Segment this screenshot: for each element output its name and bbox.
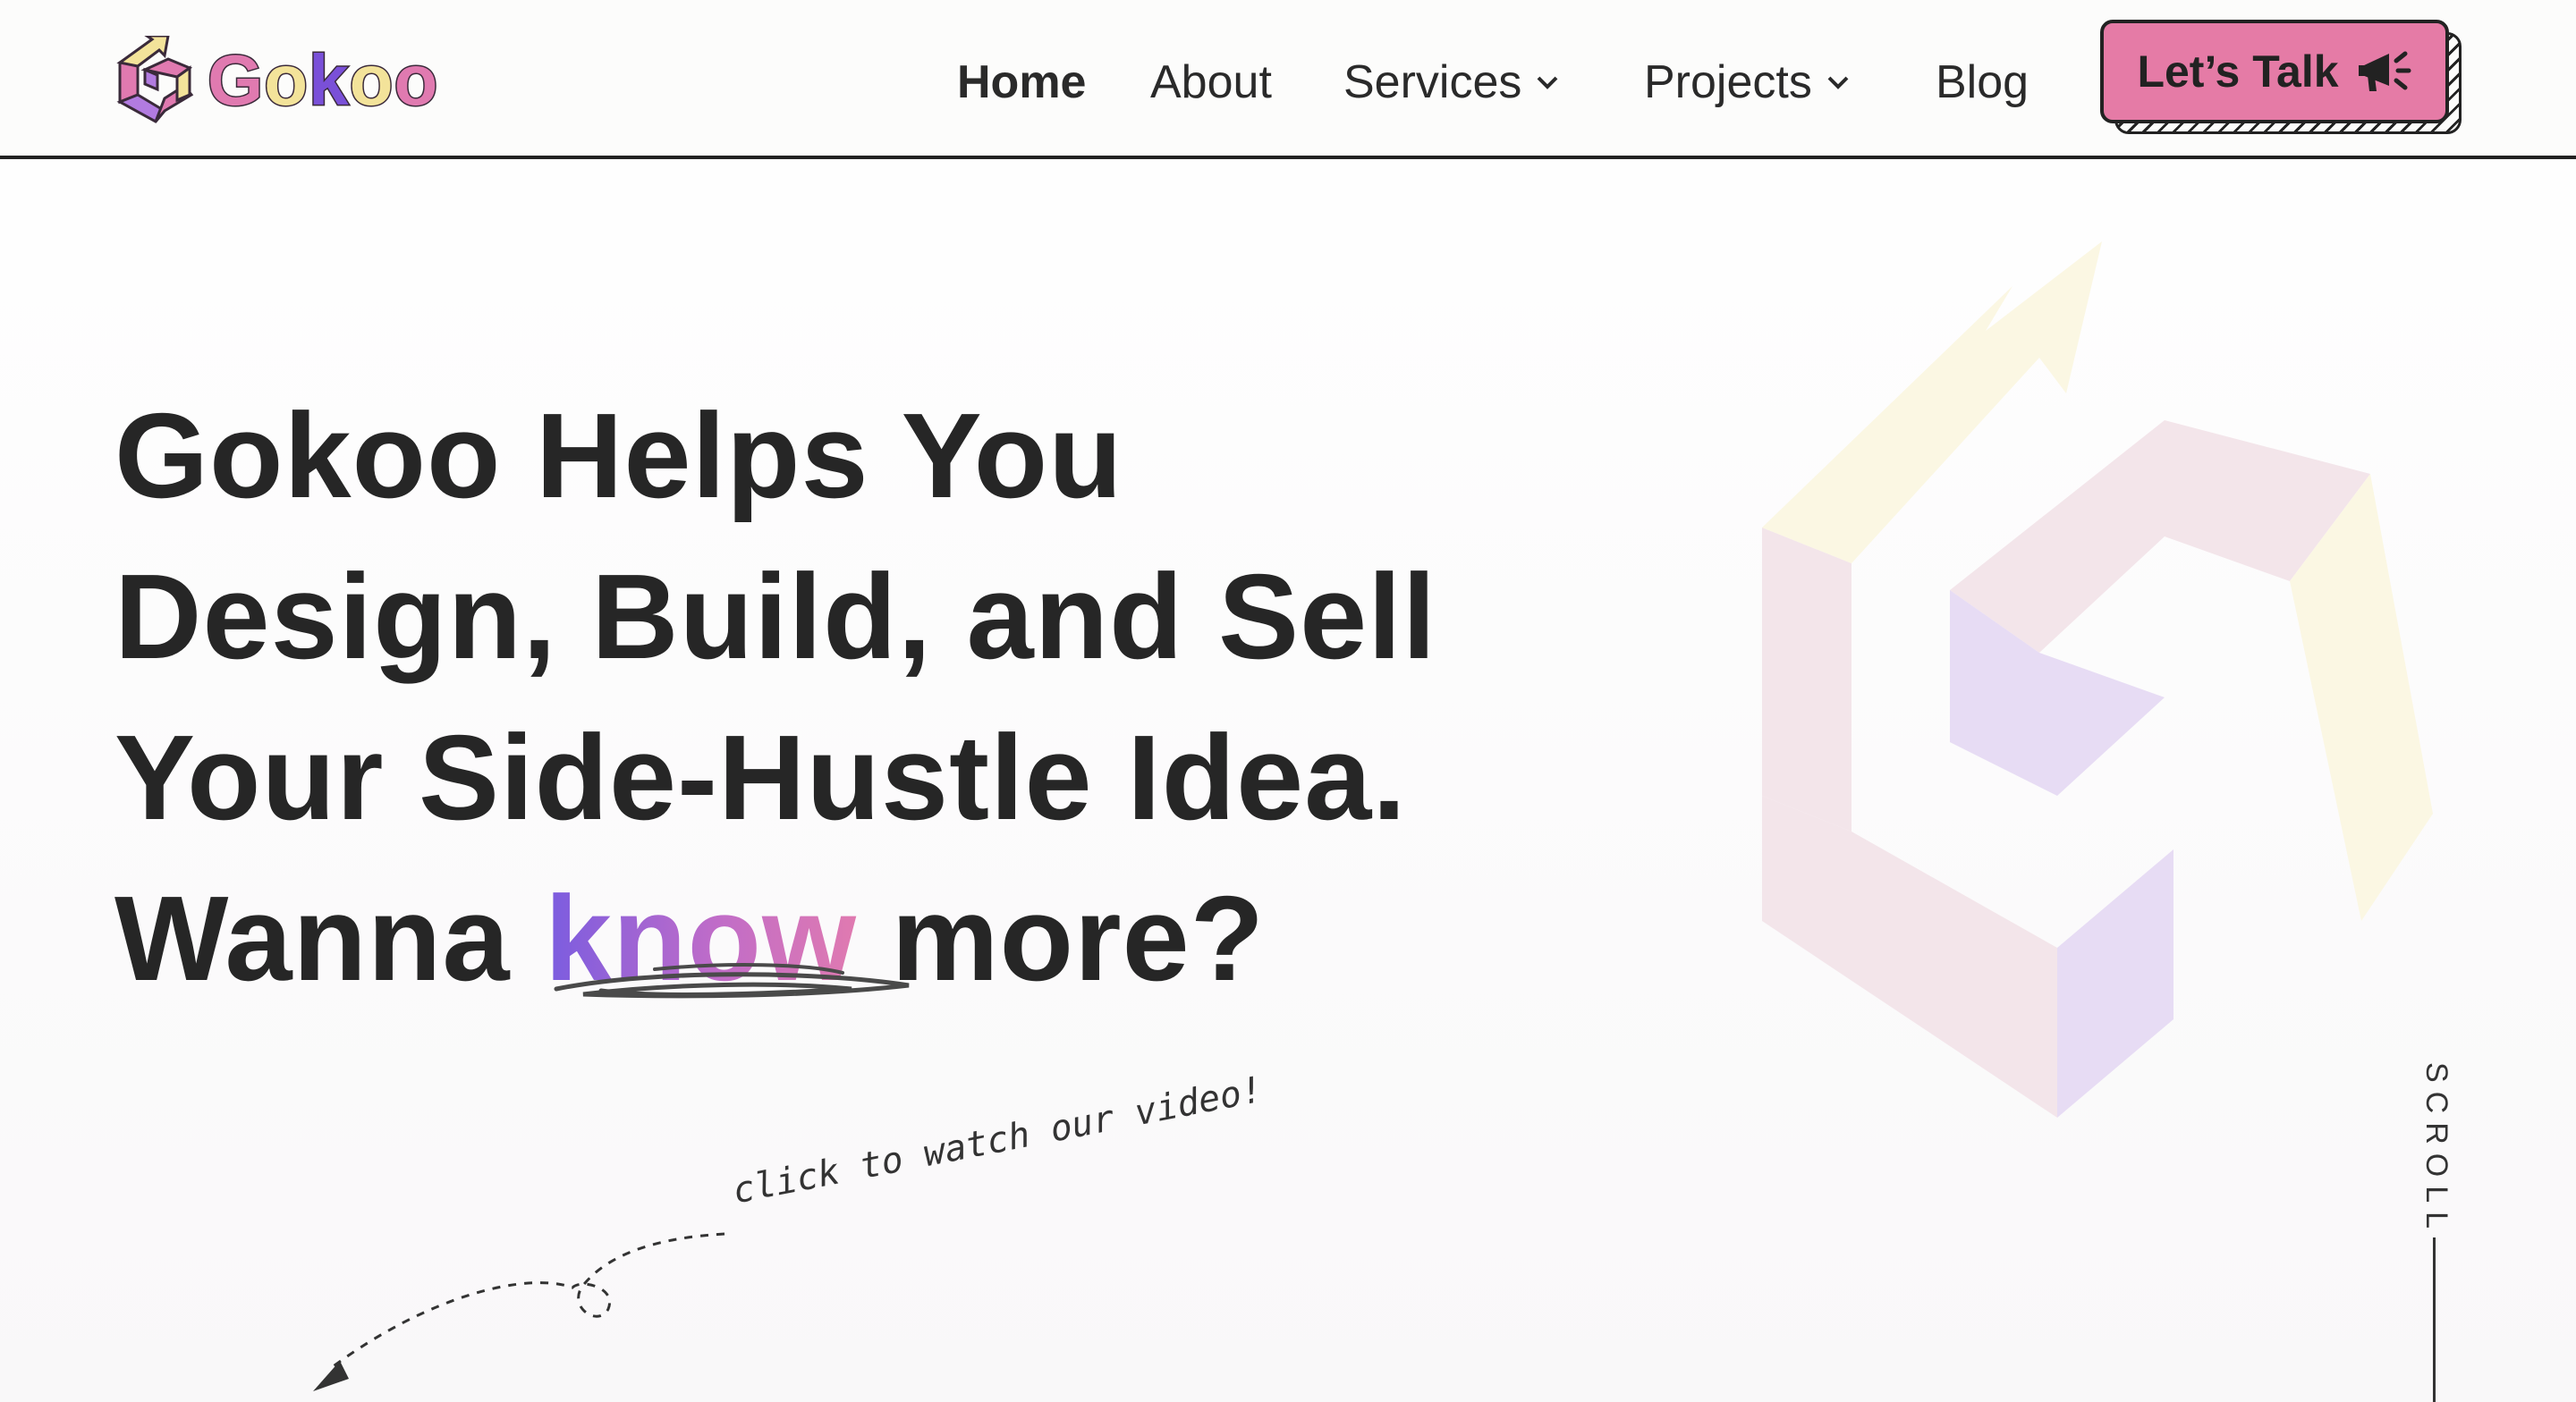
- brand-letter: o: [348, 40, 394, 120]
- underline-scribble: [554, 963, 910, 999]
- video-hint-text[interactable]: click to watch our video!: [730, 1069, 1267, 1212]
- nav-item-home[interactable]: Home: [957, 46, 1086, 118]
- brand-letter: o: [263, 40, 309, 120]
- nav-blog-label: Blog: [1936, 56, 2029, 108]
- hero-line-2: Design, Build, and Sell: [114, 549, 1437, 684]
- lets-talk-button[interactable]: Let’s Talk: [2100, 20, 2449, 123]
- chevron-down-icon: [1537, 76, 1558, 89]
- nav-item-projects[interactable]: Projects: [1644, 46, 1852, 118]
- nav-item-blog[interactable]: Blog: [1936, 46, 2029, 118]
- nav-home-label: Home: [957, 56, 1087, 108]
- brand-letter: G: [206, 40, 265, 120]
- nav-services-label: Services: [1343, 56, 1522, 108]
- nav-item-about[interactable]: About: [1150, 46, 1272, 118]
- hero-line-1: Gokoo Helps You: [114, 388, 1123, 523]
- nav-projects-label: Projects: [1644, 56, 1812, 108]
- gokoo-logo-icon: [116, 36, 194, 123]
- megaphone-icon: [2358, 51, 2411, 91]
- nav-item-services[interactable]: Services: [1343, 46, 1561, 118]
- nav-about-label: About: [1150, 56, 1272, 108]
- scroll-indicator-line: [2433, 1237, 2436, 1402]
- site-header: Gokoo Home About Services Projects Blog …: [0, 0, 2576, 159]
- brand-letter: o: [393, 40, 439, 120]
- scroll-indicator-label[interactable]: SCROLL: [2419, 1062, 2453, 1237]
- brand-letter: k: [308, 40, 350, 120]
- hero-title: Gokoo Helps You Design, Build, and Sell …: [114, 376, 1590, 1019]
- hero-decorative-logo: [1762, 241, 2433, 1118]
- brand-logo[interactable]: Gokoo: [113, 34, 439, 127]
- chevron-down-icon: [1827, 76, 1849, 89]
- cta-label: Let’s Talk: [2137, 46, 2339, 97]
- hero-line-4-start: Wanna: [114, 871, 546, 1006]
- dashed-arrow-icon[interactable]: [304, 1216, 733, 1402]
- brand-wordmark: Gokoo: [206, 43, 438, 117]
- hero-line-3: Your Side-Hustle Idea.: [114, 710, 1407, 845]
